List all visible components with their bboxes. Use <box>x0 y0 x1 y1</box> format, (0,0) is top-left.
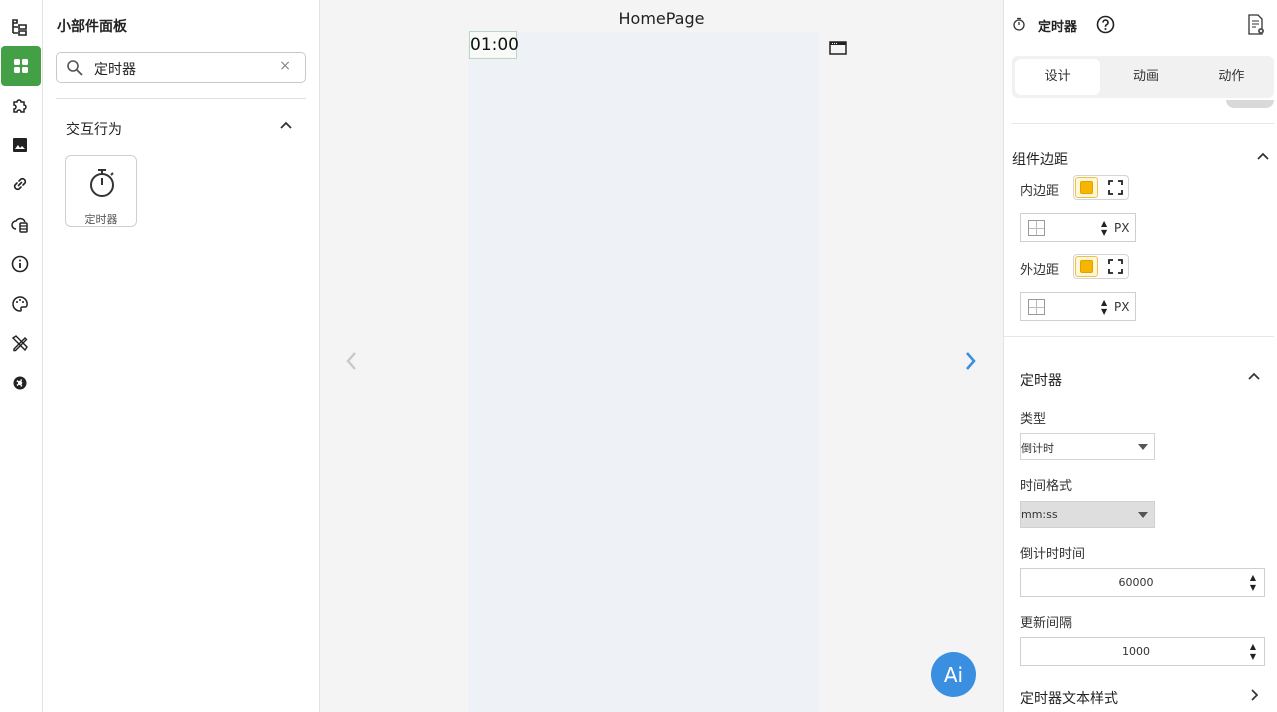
properties-tabs: 设计 动画 动作 <box>1012 56 1274 98</box>
type-select[interactable]: 倒计时 <box>1020 433 1155 460</box>
section-title-margins: 组件边距 <box>1012 152 1068 168</box>
type-label: 类型 <box>1020 412 1047 427</box>
help-icon[interactable] <box>1096 15 1115 34</box>
dropdown-caret-icon <box>1138 444 1148 450</box>
design-tools-icon[interactable] <box>0 323 40 363</box>
icon-rail <box>0 0 43 712</box>
ai-assistant-button[interactable]: Ai <box>931 652 976 697</box>
update-interval-value: 1000 <box>1122 645 1150 658</box>
widget-panel: 小部件面板 定时器 × 交互行为 定时器 <box>43 0 320 712</box>
design-canvas[interactable]: HomePage 01:00 Ai <box>320 0 1003 712</box>
phone-screen[interactable] <box>468 32 819 712</box>
clear-search-icon[interactable]: × <box>279 58 291 74</box>
properties-panel: 定时器 设计 动画 动作 组件边距 内边距 ▲ ▼ PX 外边距 ▲ ▼ PX … <box>1003 0 1277 712</box>
tree-structure-icon[interactable] <box>0 7 40 47</box>
update-interval-label: 更新间隔 <box>1020 616 1073 631</box>
countdown-time-input[interactable]: 60000 ▲ ▼ <box>1020 568 1265 597</box>
expand-icon[interactable] <box>1108 259 1123 274</box>
cloud-database-icon[interactable] <box>0 204 40 244</box>
widgets-icon[interactable] <box>1 46 41 86</box>
link-icon[interactable] <box>0 164 40 204</box>
spinner-arrows-icon[interactable]: ▲ ▼ <box>1250 642 1256 662</box>
properties-title: 定时器 <box>1038 20 1078 35</box>
spinner-arrows-icon[interactable]: ▲ ▼ <box>1101 219 1107 237</box>
chevron-up-icon[interactable] <box>1247 370 1261 384</box>
dropdown-caret-icon <box>1138 512 1148 518</box>
panel-title: 小部件面板 <box>57 19 127 35</box>
widget-card-label: 定时器 <box>84 213 118 226</box>
countdown-time-value: 60000 <box>1118 576 1154 589</box>
margin-label: 外边距 <box>1020 263 1060 278</box>
chevron-right-icon[interactable] <box>1247 688 1261 702</box>
expand-icon[interactable] <box>1108 180 1123 195</box>
search-input[interactable]: 定时器 × <box>56 52 306 83</box>
spinner-arrows-icon[interactable]: ▲ ▼ <box>1101 298 1107 316</box>
divider <box>1004 336 1274 337</box>
tab-animation[interactable]: 动画 <box>1103 56 1188 98</box>
tab-action[interactable]: 动作 <box>1189 56 1274 98</box>
section-title-timer: 定时器 <box>1020 373 1062 389</box>
divider <box>56 98 306 99</box>
chevron-right-icon[interactable] <box>963 350 979 372</box>
stopwatch-icon <box>1013 17 1025 31</box>
section-title-text-style: 定时器文本样式 <box>1020 691 1118 707</box>
palette-icon[interactable] <box>0 284 40 324</box>
uniform-mode-icon[interactable] <box>1075 256 1098 277</box>
search-icon <box>67 60 83 76</box>
padding-mode-toggle[interactable] <box>1073 175 1129 200</box>
margin-mode-toggle[interactable] <box>1073 254 1129 279</box>
time-format-value: mm:ss <box>1021 508 1058 521</box>
group-title: 交互行为 <box>66 122 122 138</box>
chevron-left-icon[interactable] <box>343 350 359 372</box>
widget-card-timer[interactable]: 定时器 <box>65 155 137 227</box>
chevron-up-icon[interactable] <box>1256 150 1270 164</box>
info-icon[interactable] <box>0 244 40 284</box>
app-window: 小部件面板 定时器 × 交互行为 定时器 HomePage 01:00 Ai 定… <box>0 0 1277 712</box>
time-format-select[interactable]: mm:ss <box>1020 501 1155 528</box>
spinner-arrows-icon[interactable]: ▲ ▼ <box>1250 573 1256 593</box>
settings-icon[interactable] <box>0 363 40 403</box>
toggle-switch[interactable] <box>1226 100 1274 108</box>
box-sides-icon <box>1028 299 1045 315</box>
image-icon[interactable] <box>0 125 40 165</box>
countdown-time-label: 倒计时时间 <box>1020 547 1086 562</box>
padding-input[interactable]: ▲ ▼ PX <box>1020 213 1136 242</box>
unit-label: PX <box>1114 221 1130 235</box>
cropped-toggle-row <box>1012 100 1274 124</box>
padding-label: 内边距 <box>1020 184 1060 199</box>
page-title: HomePage <box>618 9 705 28</box>
unit-label: PX <box>1114 300 1130 314</box>
puzzle-icon[interactable] <box>0 86 40 126</box>
stopwatch-icon <box>90 169 114 197</box>
search-value: 定时器 <box>94 62 136 78</box>
uniform-mode-icon[interactable] <box>1075 177 1098 198</box>
time-format-label: 时间格式 <box>1020 479 1073 494</box>
update-interval-input[interactable]: 1000 ▲ ▼ <box>1020 637 1265 666</box>
box-sides-icon <box>1028 220 1045 236</box>
window-icon[interactable] <box>829 40 847 56</box>
timer-widget[interactable]: 01:00 <box>469 31 519 59</box>
chevron-up-icon[interactable] <box>278 118 294 134</box>
document-settings-icon[interactable] <box>1246 14 1266 36</box>
type-value: 倒计时 <box>1021 442 1054 455</box>
tab-design[interactable]: 设计 <box>1015 59 1101 95</box>
margin-input[interactable]: ▲ ▼ PX <box>1020 292 1136 321</box>
